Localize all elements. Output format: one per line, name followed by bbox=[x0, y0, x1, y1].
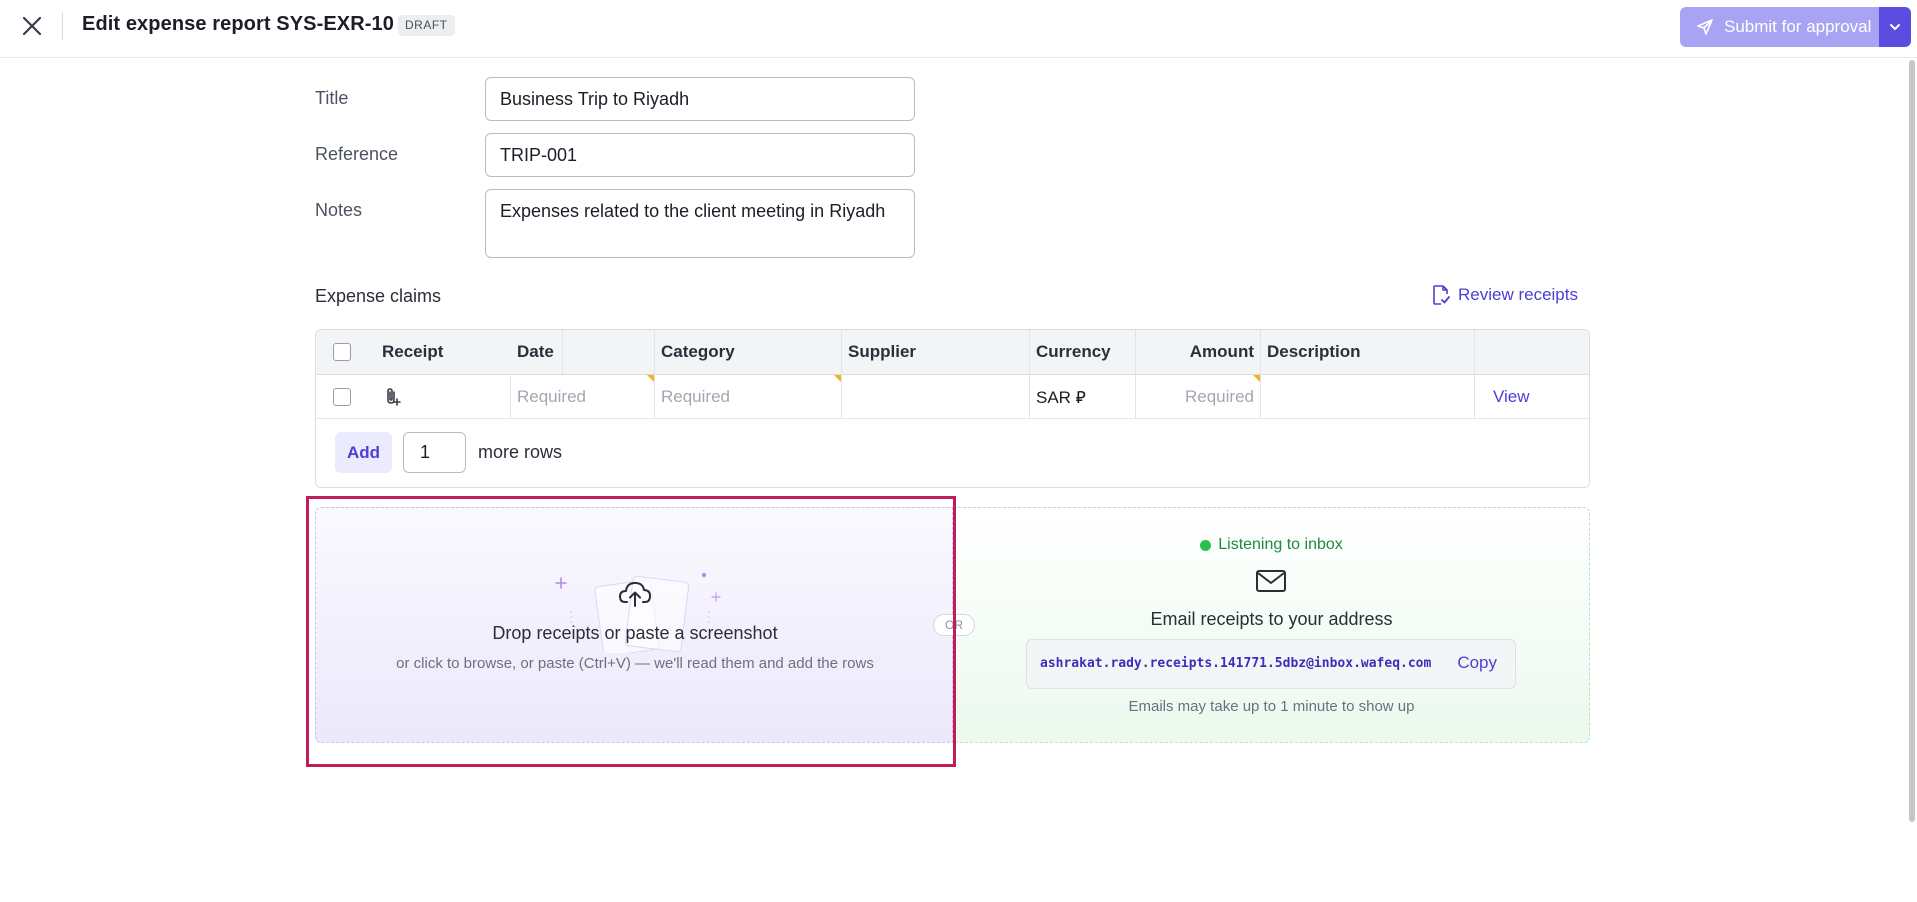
more-rows-label: more rows bbox=[478, 442, 563, 462]
receipt-drop-zone[interactable]: Drop receipts or paste a screenshot or c… bbox=[315, 507, 953, 743]
date-value: Required bbox=[517, 386, 586, 406]
table-header: Receipt Date Category Supplier Currency … bbox=[316, 330, 1589, 375]
inbox-status: Listening to inbox bbox=[953, 536, 1590, 554]
email-title: Email receipts to your address bbox=[1150, 609, 1393, 629]
drop-subtitle: or click to browse, or paste (Ctrl+V) — … bbox=[396, 655, 874, 672]
date-cell[interactable]: Required bbox=[511, 375, 655, 418]
chevron-down-icon bbox=[1890, 24, 1900, 30]
description-cell[interactable] bbox=[1261, 375, 1475, 418]
title-label: Title bbox=[315, 88, 349, 108]
supplier-cell[interactable] bbox=[842, 375, 1030, 418]
expense-claims-table: Receipt Date Category Supplier Currency … bbox=[315, 329, 1590, 488]
required-marker bbox=[647, 375, 654, 382]
receipt-cell[interactable] bbox=[368, 375, 511, 418]
col-currency[interactable]: Currency bbox=[1030, 330, 1136, 374]
or-divider: OR bbox=[933, 614, 975, 636]
top-bar: Edit expense report SYS-EXR-10 DRAFT Sub… bbox=[0, 0, 1917, 58]
notes-textarea[interactable]: Expenses related to the client meeting i… bbox=[485, 189, 915, 258]
inbox-status-label: Listening to inbox bbox=[1218, 536, 1343, 553]
close-button[interactable] bbox=[18, 12, 46, 40]
page-title: Edit expense report SYS-EXR-10 bbox=[82, 13, 394, 35]
rows-count-input[interactable]: 1 bbox=[403, 432, 466, 473]
close-icon bbox=[22, 16, 42, 36]
email-address-box: ashrakat.rady.receipts.141771.5dbz@inbox… bbox=[1026, 639, 1516, 689]
required-marker bbox=[834, 375, 841, 382]
email-address[interactable]: ashrakat.rady.receipts.141771.5dbz@inbox… bbox=[1040, 656, 1431, 671]
col-date[interactable]: Date bbox=[511, 330, 655, 374]
expense-claims-title: Expense claims bbox=[315, 286, 442, 306]
row-checkbox[interactable] bbox=[333, 387, 351, 406]
attach-receipt-icon[interactable] bbox=[382, 387, 402, 407]
col-actions bbox=[1475, 330, 1589, 374]
status-badge: DRAFT bbox=[398, 15, 455, 36]
cloud-upload-icon bbox=[619, 582, 651, 607]
reference-label: Reference bbox=[315, 144, 399, 164]
amount-cell[interactable]: Required bbox=[1136, 375, 1261, 418]
submit-label: Submit for approval bbox=[1724, 17, 1872, 36]
header-divider bbox=[62, 12, 63, 40]
col-category[interactable]: Category bbox=[655, 330, 842, 374]
email-receipts-panel: Listening to inbox Email receipts to you… bbox=[953, 507, 1590, 743]
copy-email-button[interactable]: Copy bbox=[1457, 653, 1497, 673]
submit-for-approval-button[interactable]: Submit for approval bbox=[1680, 7, 1879, 47]
vertical-scrollbar[interactable] bbox=[1909, 60, 1915, 822]
row-select-cell bbox=[316, 375, 368, 418]
document-check-icon bbox=[1433, 285, 1450, 305]
currency-value: SAR ⃁ bbox=[1036, 387, 1086, 407]
drop-title: Drop receipts or paste a screenshot bbox=[492, 623, 778, 643]
table-row: Required Required SAR ⃁ Required View bbox=[316, 375, 1589, 419]
status-dot bbox=[1200, 539, 1212, 551]
select-all-checkbox[interactable] bbox=[333, 343, 351, 361]
reference-input[interactable]: TRIP-001 bbox=[485, 133, 915, 177]
view-row-link[interactable]: View bbox=[1493, 387, 1530, 407]
review-receipts-label: Review receipts bbox=[1458, 285, 1578, 304]
actions-cell: View bbox=[1475, 375, 1589, 418]
email-note: Emails may take up to 1 minute to show u… bbox=[1128, 698, 1415, 715]
amount-value: Required bbox=[1185, 386, 1254, 406]
col-amount[interactable]: Amount bbox=[1136, 330, 1261, 374]
category-value: Required bbox=[661, 386, 730, 406]
mail-icon bbox=[1256, 570, 1286, 592]
notes-label: Notes bbox=[315, 200, 363, 220]
add-rows-button[interactable]: Add bbox=[335, 432, 392, 473]
submit-options-button[interactable] bbox=[1879, 7, 1911, 47]
col-description[interactable]: Description bbox=[1261, 330, 1475, 374]
col-supplier[interactable]: Supplier bbox=[842, 330, 1030, 374]
send-icon bbox=[1697, 19, 1713, 35]
currency-cell[interactable]: SAR ⃁ bbox=[1030, 375, 1136, 418]
category-cell[interactable]: Required bbox=[655, 375, 842, 418]
title-input[interactable]: Business Trip to Riyadh bbox=[485, 77, 915, 121]
required-marker bbox=[1253, 375, 1260, 382]
review-receipts-button[interactable]: Review receipts bbox=[1432, 285, 1578, 305]
select-all-cell bbox=[316, 330, 368, 374]
